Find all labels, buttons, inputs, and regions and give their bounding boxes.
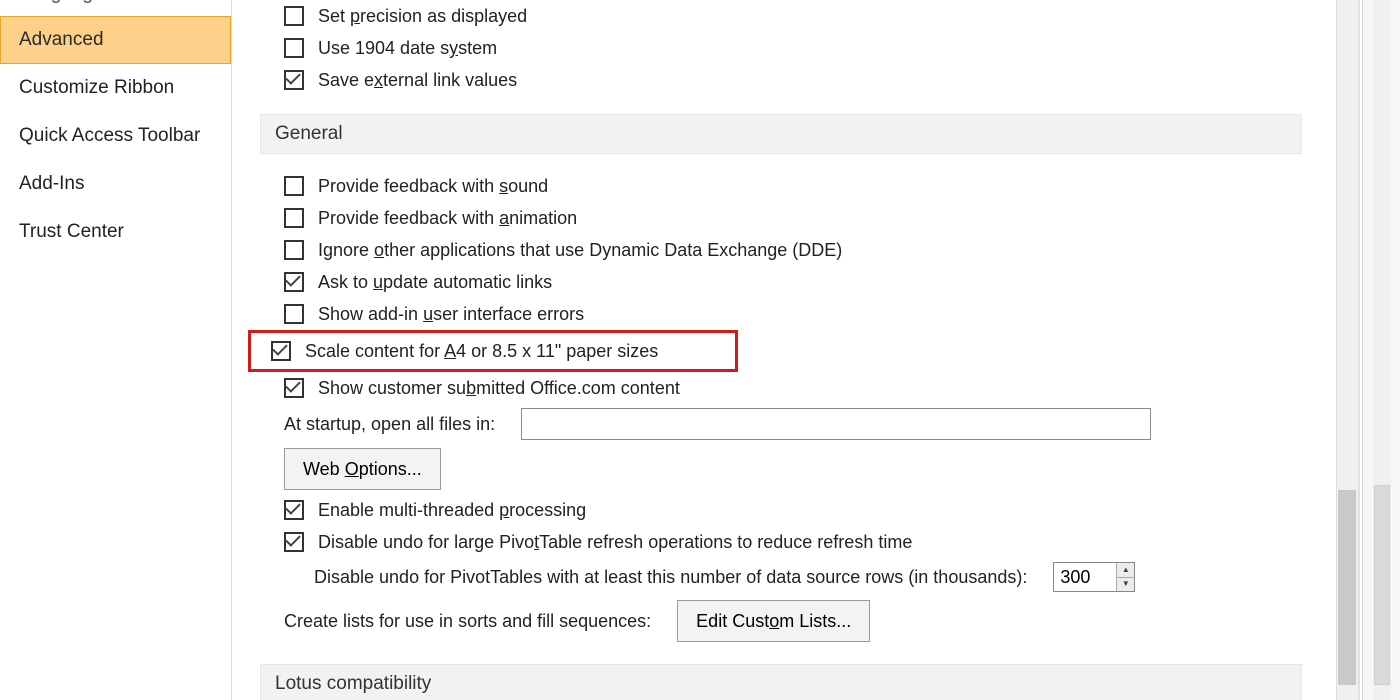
sidebar-item-label: Language (19, 0, 104, 4)
checkbox-save-external-links[interactable] (284, 70, 304, 90)
checkbox-label: Disable undo for large PivotTable refres… (318, 530, 912, 554)
custom-lists-label: Create lists for use in sorts and fill s… (284, 609, 651, 633)
options-dialog: Language Advanced Customize Ribbon Quick… (0, 0, 1360, 700)
checkbox-update-links[interactable] (284, 272, 304, 292)
option-feedback-animation[interactable]: Provide feedback with animation (264, 202, 1302, 234)
worksheet-scrollbar-thumb[interactable] (1374, 485, 1390, 685)
option-scale-content[interactable]: Scale content for A4 or 8.5 x 11" paper … (267, 335, 731, 367)
option-feedback-sound[interactable]: Provide feedback with sound (264, 170, 1302, 202)
checkbox-label: Provide feedback with sound (318, 174, 548, 198)
startup-folder-label: At startup, open all files in: (284, 412, 495, 436)
row-custom-lists: Create lists for use in sorts and fill s… (264, 596, 1302, 646)
undo-threshold-label: Disable undo for PivotTables with at lea… (314, 565, 1027, 589)
checkbox-addin-errors[interactable] (284, 304, 304, 324)
worksheet-scrollbar-area (1362, 0, 1400, 700)
option-update-links[interactable]: Ask to update automatic links (264, 266, 1302, 298)
undo-threshold-spinner[interactable]: ▲ ▼ (1053, 562, 1135, 592)
option-officecom-content[interactable]: Show customer submitted Office.com conte… (264, 372, 1302, 404)
checkbox-scale-content[interactable] (271, 341, 291, 361)
sidebar-item-label: Trust Center (19, 221, 124, 242)
option-set-precision[interactable]: Set precision as displayed (264, 0, 1302, 32)
web-options-button[interactable]: Web Options... (284, 448, 441, 490)
checkbox-label: Enable multi-threaded processing (318, 498, 586, 522)
checkbox-set-precision[interactable] (284, 6, 304, 26)
option-ignore-dde[interactable]: Ignore other applications that use Dynam… (264, 234, 1302, 266)
option-addin-errors[interactable]: Show add-in user interface errors (264, 298, 1302, 330)
checkbox-label: Scale content for A4 or 8.5 x 11" paper … (305, 339, 658, 363)
sidebar-item-label: Quick Access Toolbar (19, 125, 200, 146)
section-header-general: General (260, 114, 1302, 154)
checkbox-label: Ignore other applications that use Dynam… (318, 238, 842, 262)
sidebar-item-add-ins[interactable]: Add-Ins (0, 160, 231, 208)
dialog-scrollbar-thumb[interactable] (1338, 490, 1356, 685)
checkbox-disable-undo-pivot[interactable] (284, 532, 304, 552)
spinner-up-button[interactable]: ▲ (1117, 563, 1134, 578)
sidebar-item-label: Advanced (19, 29, 104, 50)
options-content: Set precision as displayed Use 1904 date… (232, 0, 1358, 700)
checkbox-officecom-content[interactable] (284, 378, 304, 398)
sidebar-item-advanced[interactable]: Advanced (0, 16, 231, 64)
option-undo-threshold: Disable undo for PivotTables with at lea… (264, 558, 1302, 596)
checkbox-ignore-dde[interactable] (284, 240, 304, 260)
highlight-scale-content: Scale content for A4 or 8.5 x 11" paper … (248, 330, 738, 372)
checkbox-label: Use 1904 date system (318, 36, 497, 60)
checkbox-feedback-sound[interactable] (284, 176, 304, 196)
section-header-lotus: Lotus compatibility (260, 664, 1302, 700)
checkbox-label: Ask to update automatic links (318, 270, 552, 294)
row-web-options: Web Options... (264, 444, 1302, 494)
checkbox-feedback-animation[interactable] (284, 208, 304, 228)
checkbox-multithreaded[interactable] (284, 500, 304, 520)
option-startup-folder: At startup, open all files in: (264, 404, 1302, 444)
startup-folder-input[interactable] (521, 408, 1151, 440)
checkbox-1904-date[interactable] (284, 38, 304, 58)
checkbox-label: Save external link values (318, 68, 517, 92)
dialog-scrollbar-track[interactable] (1336, 0, 1358, 700)
options-category-sidebar: Language Advanced Customize Ribbon Quick… (0, 0, 232, 700)
option-disable-undo-pivot[interactable]: Disable undo for large PivotTable refres… (264, 526, 1302, 558)
checkbox-label: Show customer submitted Office.com conte… (318, 376, 680, 400)
checkbox-label: Set precision as displayed (318, 4, 527, 28)
sidebar-item-trust-center[interactable]: Trust Center (0, 208, 231, 256)
option-1904-date[interactable]: Use 1904 date system (264, 32, 1302, 64)
edit-custom-lists-button[interactable]: Edit Custom Lists... (677, 600, 870, 642)
sidebar-item-language[interactable]: Language (0, 0, 231, 16)
option-multithreaded[interactable]: Enable multi-threaded processing (264, 494, 1302, 526)
spinner-down-button[interactable]: ▼ (1117, 578, 1134, 592)
sidebar-item-label: Add-Ins (19, 173, 84, 194)
sidebar-item-customize-ribbon[interactable]: Customize Ribbon (0, 64, 231, 112)
option-save-external-links[interactable]: Save external link values (264, 64, 1302, 96)
sidebar-item-label: Customize Ribbon (19, 77, 174, 98)
checkbox-label: Provide feedback with animation (318, 206, 577, 230)
checkbox-label: Show add-in user interface errors (318, 302, 584, 326)
sidebar-item-quick-access-toolbar[interactable]: Quick Access Toolbar (0, 112, 231, 160)
undo-threshold-input[interactable] (1054, 563, 1116, 591)
